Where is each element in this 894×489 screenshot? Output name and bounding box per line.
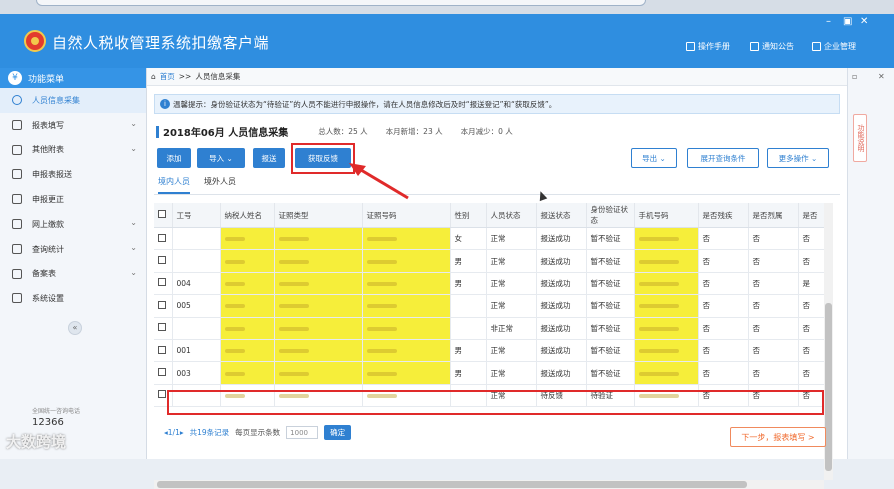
horizontal-scroll-thumb[interactable] — [157, 481, 747, 488]
arrow-shaft — [355, 165, 409, 200]
arrow-head — [349, 163, 366, 176]
horizontal-scrollbar[interactable] — [154, 480, 824, 489]
annotation-arrow — [349, 163, 409, 200]
